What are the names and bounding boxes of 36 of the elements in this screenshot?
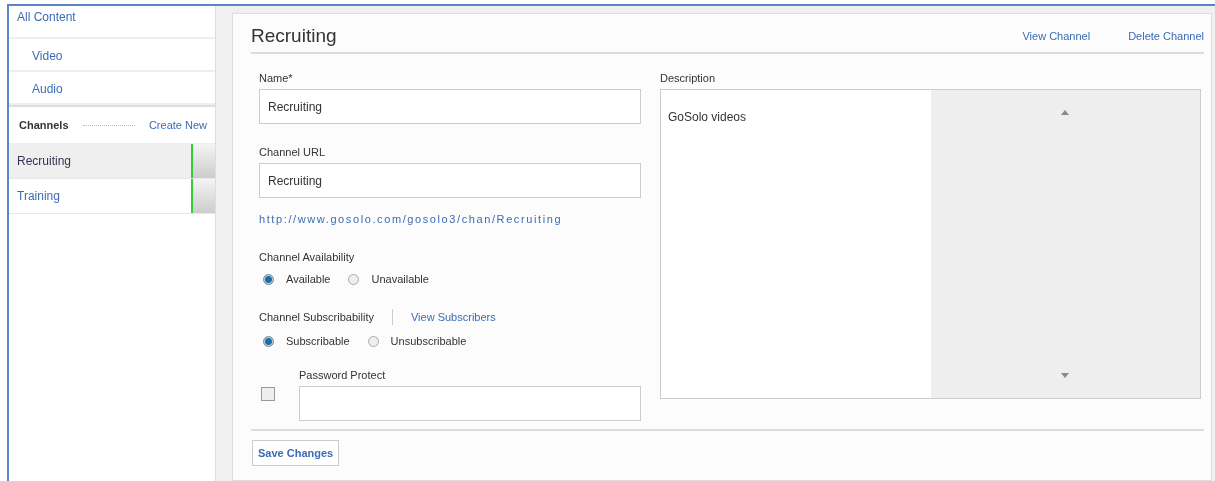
password-field[interactable] (299, 386, 641, 421)
save-button[interactable]: Save Changes (252, 440, 340, 466)
create-new-link[interactable]: Create New (148, 119, 207, 131)
sidebar-item[interactable]: Audio (9, 72, 215, 105)
radio-label: Unavailable (371, 273, 429, 285)
radio-label: Available (286, 273, 331, 285)
sidebar-item[interactable]: All Content (9, 6, 215, 39)
input-field[interactable]: Recruiting (259, 163, 641, 198)
radio-label: Subscribable (286, 335, 350, 347)
drag-handle[interactable] (191, 144, 215, 178)
description-field[interactable]: GoSolo videos (660, 89, 1201, 399)
field-label: Channel Availability (259, 251, 356, 263)
radio-button[interactable] (348, 273, 360, 285)
radio-button[interactable] (263, 335, 274, 347)
radio-button[interactable] (263, 273, 274, 285)
field-label: Description (660, 72, 717, 84)
channel-item[interactable]: Training (9, 179, 215, 214)
radio-button[interactable] (367, 335, 379, 347)
header-link[interactable]: Delete Channel (1128, 30, 1204, 42)
scroll-up-icon[interactable] (1061, 110, 1070, 115)
field-label: Channel Subscribability (259, 311, 374, 323)
section-heading: Channels (19, 119, 69, 131)
page-title: Recruiting (251, 25, 338, 47)
field-label: Name* (259, 72, 294, 84)
view-subscribers-link[interactable]: View Subscribers (410, 311, 496, 323)
scroll-down-icon[interactable] (1061, 373, 1070, 378)
field-label: Password Protect (299, 369, 387, 381)
input-field[interactable]: Recruiting (259, 89, 641, 124)
drag-handle[interactable] (191, 179, 215, 213)
url-link[interactable]: http://www.gosolo.com/gosolo3/chan/Recruiting (259, 213, 641, 225)
sidebar-item[interactable]: Video (9, 39, 215, 72)
radio-label: Unsubscribable (390, 335, 467, 347)
checkbox[interactable] (261, 387, 275, 401)
channel-item[interactable]: Recruiting (9, 144, 215, 179)
field-label: Channel URL (259, 146, 327, 158)
header-link[interactable]: View Channel (1022, 30, 1091, 42)
